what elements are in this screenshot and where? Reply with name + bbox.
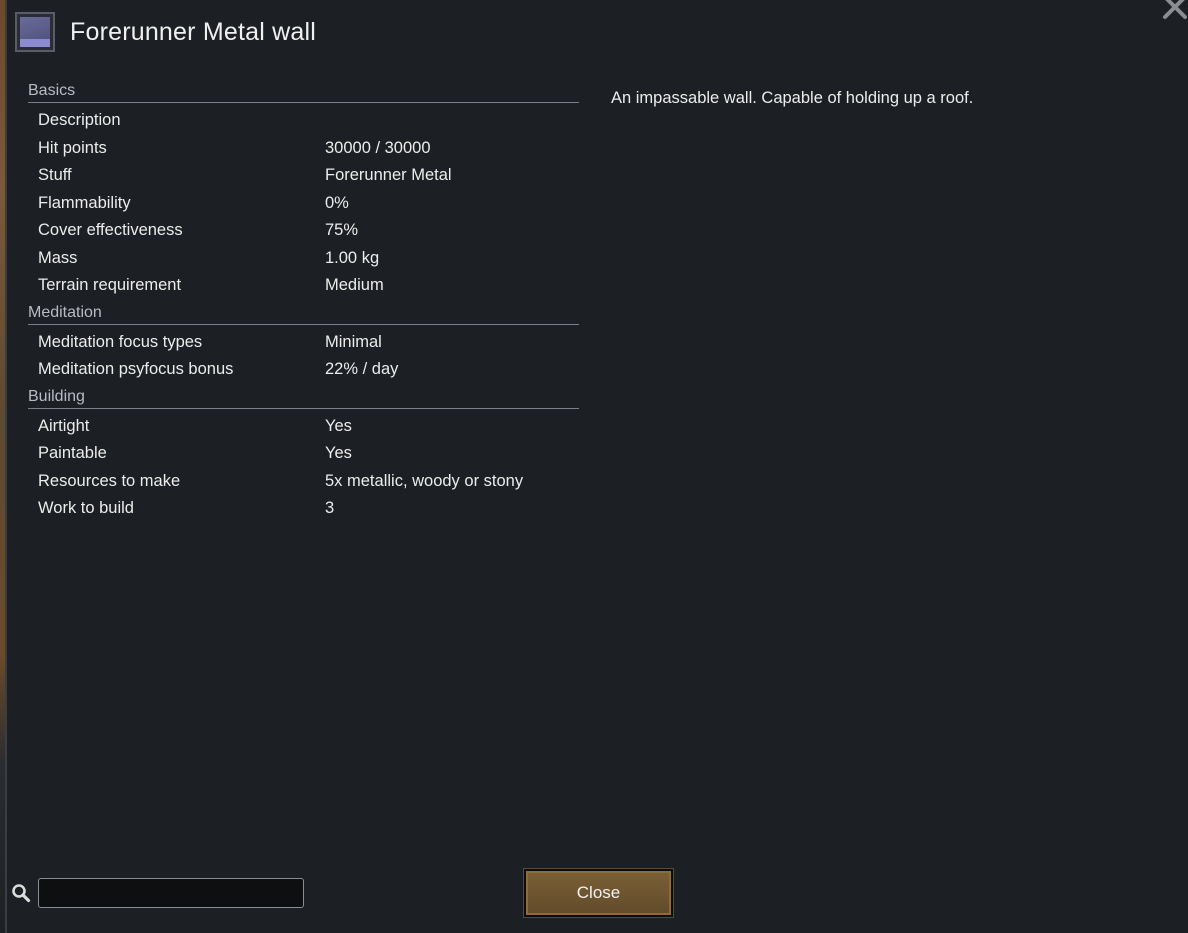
stat-row[interactable]: Flammability 0%: [28, 190, 579, 218]
section-building: Building Airtight Yes Paintable Yes Resour…: [28, 386, 579, 523]
stat-value: Minimal: [325, 332, 382, 351]
section-meditation: Meditation Meditation focus types Minimal…: [28, 302, 579, 384]
stat-value: Medium: [325, 276, 384, 294]
stat-value: 30000 / 30000: [325, 138, 431, 157]
section-basics: Basics Description Hit points 30000 / 300…: [28, 80, 579, 300]
stat-row[interactable]: Hit points 30000 / 30000: [28, 135, 579, 163]
stat-value: 3: [325, 499, 335, 517]
stat-label: Airtight: [38, 416, 90, 435]
stat-label: Meditation psyfocus bonus: [38, 360, 234, 378]
stat-row[interactable]: Stuff Forerunner Metal: [28, 162, 579, 190]
description-text: An impassable wall. Capable of holding u…: [611, 89, 974, 107]
stat-value: [325, 107, 579, 135]
stat-value: 1.00 kg: [325, 248, 380, 267]
stat-label: Terrain requirement: [38, 276, 182, 294]
stat-value: 0%: [325, 193, 349, 212]
stat-row[interactable]: Description: [28, 107, 579, 135]
background-map-edge: [0, 0, 7, 933]
stat-value: 22% / day: [325, 360, 399, 378]
stat-label: Mass: [38, 248, 78, 267]
stat-label: Meditation focus types: [38, 332, 203, 351]
stat-value: 5x metallic, woody or stony: [325, 471, 524, 490]
close-x-icon[interactable]: [1162, 0, 1188, 20]
stat-row[interactable]: Cover effectiveness 75%: [28, 217, 579, 245]
search-input[interactable]: [38, 878, 304, 908]
stat-row[interactable]: Mass 1.00 kg: [28, 245, 579, 273]
section-heading: Building: [28, 386, 579, 409]
forerunner-metal-wall-icon: [15, 12, 55, 52]
stat-value: Yes: [325, 416, 352, 435]
stat-label: Description: [38, 111, 121, 129]
info-dialog: Forerunner Metal wall Basics Description…: [7, 0, 1188, 933]
stat-value: 75%: [325, 221, 359, 239]
stat-value: Yes: [325, 444, 352, 462]
stat-label: Resources to make: [38, 471, 181, 490]
stat-value: Forerunner Metal: [325, 166, 452, 184]
stat-label: Hit points: [38, 138, 107, 157]
section-heading: Meditation: [28, 302, 579, 325]
dialog-title: Forerunner Metal wall: [70, 17, 316, 46]
section-heading: Basics: [28, 80, 579, 103]
stats-table: Basics Description Hit points 30000 / 300…: [28, 80, 579, 525]
stat-label: Paintable: [38, 444, 107, 462]
stat-label: Cover effectiveness: [38, 221, 183, 239]
stat-label: Stuff: [38, 166, 72, 184]
stat-row[interactable]: Work to build 3: [28, 495, 579, 523]
dialog-header: Forerunner Metal wall: [15, 10, 316, 54]
stat-row[interactable]: Airtight Yes: [28, 413, 579, 441]
search-icon: [11, 883, 31, 903]
stat-row[interactable]: Resources to make 5x metallic, woody or s…: [28, 468, 579, 496]
stat-label: Work to build: [38, 499, 134, 517]
stat-row[interactable]: Meditation focus types Minimal: [28, 329, 579, 357]
stat-label: Flammability: [38, 193, 131, 212]
close-button[interactable]: Close: [523, 868, 674, 918]
stat-row[interactable]: Terrain requirement Medium: [28, 272, 579, 300]
stat-row[interactable]: Paintable Yes: [28, 440, 579, 468]
stat-row[interactable]: Meditation psyfocus bonus 22% / day: [28, 356, 579, 384]
